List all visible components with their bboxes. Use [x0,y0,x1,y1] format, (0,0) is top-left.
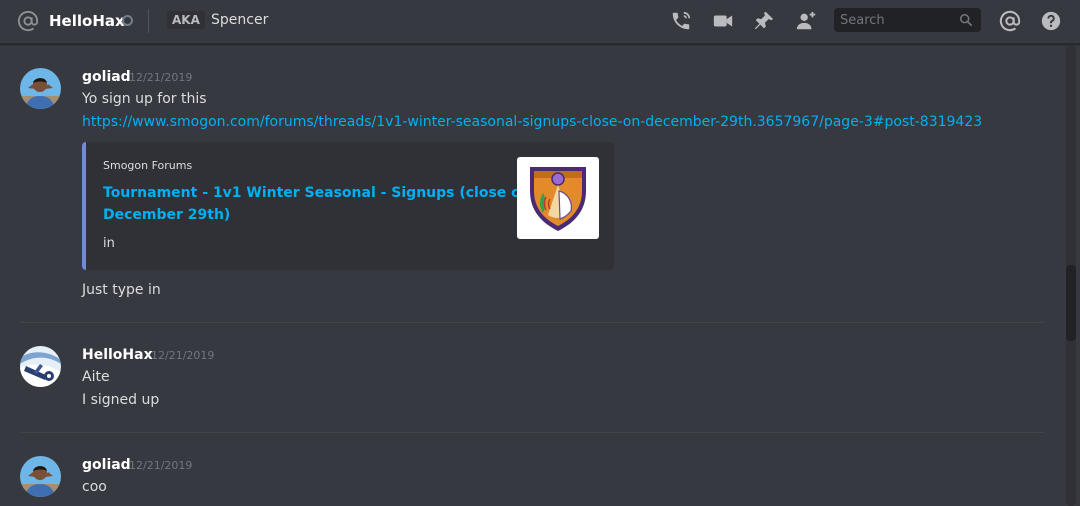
message-link[interactable]: https://www.smogon.com/forums/threads/1v… [82,112,982,132]
header-divider [148,9,149,33]
aka-badge: AKA [167,11,205,29]
message-text: Aite [82,369,110,385]
embed-thumbnail[interactable] [517,157,599,239]
dm-title: HelloHax [49,12,125,30]
message-author[interactable]: goliad [82,68,131,86]
message-text: Just type in [82,282,161,298]
message-author[interactable]: HelloHax [82,346,153,364]
message-timestamp: 12/21/2019 [129,459,193,472]
help-icon[interactable] [1040,10,1062,32]
avatar[interactable] [20,68,61,109]
video-call-icon[interactable] [712,10,734,32]
search-input[interactable] [834,8,966,32]
message-timestamp: 12/21/2019 [129,71,193,84]
embed-description: in [103,236,115,251]
link-embed: Smogon Forums Tournament - 1v1 Winter Se… [82,142,614,270]
embed-title-line[interactable]: Tournament - 1v1 Winter Seasonal - Signu… [103,182,531,204]
message-list[interactable]: goliad 12/21/2019 Yo sign up for this ht… [0,45,1064,506]
search-box[interactable] [834,8,981,32]
pin-icon[interactable] [753,10,775,32]
message-text: Yo sign up for this [82,91,207,107]
message-text: I signed up [82,392,160,408]
add-friend-icon[interactable] [794,10,816,32]
status-offline-icon [122,15,133,26]
avatar[interactable] [20,346,61,387]
avatar[interactable] [20,456,61,497]
message-divider [20,322,1044,323]
message-divider [20,432,1044,433]
discord-dm-window: HelloHax AKA Spencer Search goliad 12/21… [0,0,1080,506]
channel-header: HelloHax AKA Spencer [0,0,1080,44]
at-icon [17,10,39,32]
nickname: Spencer [211,12,269,28]
message-timestamp: 12/21/2019 [151,349,215,362]
embed-title[interactable]: Tournament - 1v1 Winter Seasonal - Signu… [103,182,531,226]
search-icon [959,13,973,27]
phone-call-icon[interactable] [670,10,692,32]
embed-provider[interactable]: Smogon Forums [103,159,192,173]
message-author[interactable]: goliad [82,456,131,474]
scrollbar-thumb[interactable] [1066,265,1076,341]
message-text: coo [82,479,107,495]
embed-title-line[interactable]: December 29th) [103,204,493,226]
mention-icon[interactable] [999,10,1021,32]
